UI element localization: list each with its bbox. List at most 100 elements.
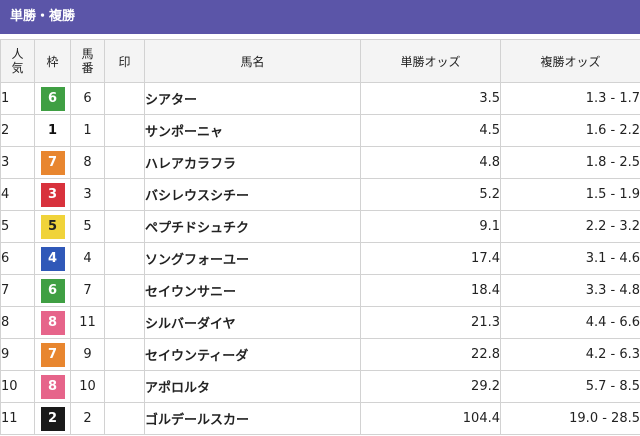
frame-number-cell: 5 — [34, 210, 71, 243]
table-row: 3 7 8 ハレアカラフラ 4.8 1.8 - 2.5 — [0, 146, 640, 179]
horse-name-link[interactable]: セイウンティーダ — [144, 338, 361, 371]
horse-name-link[interactable]: シルバーダイヤ — [144, 306, 361, 339]
frame-number-badge: 6 — [40, 86, 65, 111]
frame-number-cell: 7 — [34, 338, 71, 371]
place-odds: 5.7 - 8.5 — [500, 370, 640, 403]
popularity-rank: 8 — [0, 306, 35, 339]
table-row: 7 6 7 セイウンサニー 18.4 3.3 - 4.8 — [0, 274, 640, 307]
col-header-waku[interactable]: 枠 — [34, 39, 71, 83]
popularity-rank: 10 — [0, 370, 35, 403]
horse-number: 9 — [70, 338, 105, 371]
popularity-rank: 4 — [0, 178, 35, 211]
horse-number: 1 — [70, 114, 105, 147]
frame-number-badge: 8 — [40, 310, 65, 335]
table-row: 8 8 11 シルバーダイヤ 21.3 4.4 - 6.6 — [0, 306, 640, 339]
col-header-win-odds[interactable]: 単勝オッズ — [360, 39, 501, 83]
col-header-rank[interactable]: 人 気 — [0, 39, 35, 83]
frame-number-badge: 8 — [40, 374, 65, 399]
frame-number-badge: 2 — [40, 406, 65, 431]
prediction-mark[interactable] — [104, 306, 145, 339]
frame-number-cell: 1 — [34, 114, 71, 147]
frame-number-cell: 7 — [34, 146, 71, 179]
place-odds: 4.4 - 6.6 — [500, 306, 640, 339]
place-odds: 4.2 - 6.3 — [500, 338, 640, 371]
prediction-mark[interactable] — [104, 402, 145, 435]
win-odds: 18.4 — [360, 274, 501, 307]
frame-number-badge: 3 — [40, 182, 65, 207]
horse-name-link[interactable]: ハレアカラフラ — [144, 146, 361, 179]
frame-number-badge: 7 — [40, 150, 65, 175]
prediction-mark[interactable] — [104, 210, 145, 243]
horse-name-link[interactable]: ゴルデールスカー — [144, 402, 361, 435]
prediction-mark[interactable] — [104, 338, 145, 371]
horse-number: 4 — [70, 242, 105, 275]
prediction-mark[interactable] — [104, 114, 145, 147]
col-header-place-odds[interactable]: 複勝オッズ — [500, 39, 640, 83]
win-odds: 9.1 — [360, 210, 501, 243]
table-row: 9 7 9 セイウンティーダ 22.8 4.2 - 6.3 — [0, 338, 640, 371]
popularity-rank: 3 — [0, 146, 35, 179]
col-header-number[interactable]: 馬 番 — [70, 39, 105, 83]
prediction-mark[interactable] — [104, 146, 145, 179]
horse-number: 2 — [70, 402, 105, 435]
prediction-mark[interactable] — [104, 370, 145, 403]
popularity-rank: 7 — [0, 274, 35, 307]
horse-name-link[interactable]: バシレウスシチー — [144, 178, 361, 211]
win-odds: 4.8 — [360, 146, 501, 179]
frame-number-cell: 8 — [34, 306, 71, 339]
frame-number-badge: 1 — [40, 118, 65, 143]
frame-number-cell: 8 — [34, 370, 71, 403]
popularity-rank: 6 — [0, 242, 35, 275]
frame-number-cell: 6 — [34, 274, 71, 307]
frame-number-badge: 4 — [40, 246, 65, 271]
horse-name-link[interactable]: セイウンサニー — [144, 274, 361, 307]
horse-name-link[interactable]: シアター — [144, 82, 361, 115]
popularity-rank: 1 — [0, 82, 35, 115]
place-odds: 1.8 - 2.5 — [500, 146, 640, 179]
horse-number: 5 — [70, 210, 105, 243]
prediction-mark[interactable] — [104, 274, 145, 307]
horse-number: 3 — [70, 178, 105, 211]
col-header-mark[interactable]: 印 — [104, 39, 145, 83]
col-header-name[interactable]: 馬名 — [144, 39, 361, 83]
horse-name-link[interactable]: サンポーニャ — [144, 114, 361, 147]
horse-number: 10 — [70, 370, 105, 403]
frame-number-badge: 7 — [40, 342, 65, 367]
frame-number-cell: 3 — [34, 178, 71, 211]
prediction-mark[interactable] — [104, 178, 145, 211]
place-odds: 2.2 - 3.2 — [500, 210, 640, 243]
win-odds: 4.5 — [360, 114, 501, 147]
table-row: 11 2 2 ゴルデールスカー 104.4 19.0 - 28.5 — [0, 402, 640, 435]
horse-name-link[interactable]: ソングフォーユー — [144, 242, 361, 275]
popularity-rank: 5 — [0, 210, 35, 243]
win-odds: 3.5 — [360, 82, 501, 115]
horse-number: 8 — [70, 146, 105, 179]
section-title: 単勝・複勝 — [10, 9, 76, 24]
table-row: 1 6 6 シアター 3.5 1.3 - 1.7 — [0, 82, 640, 115]
win-odds: 104.4 — [360, 402, 501, 435]
table-row: 2 1 1 サンポーニャ 4.5 1.6 - 2.2 — [0, 114, 640, 147]
horse-number: 6 — [70, 82, 105, 115]
odds-table: 人 気 枠 馬 番 印 馬名 単勝オッズ 複勝オッズ 1 6 6 シアター 3.5 1.3… — [0, 39, 640, 435]
frame-number-cell: 2 — [34, 402, 71, 435]
frame-number-cell: 4 — [34, 242, 71, 275]
win-odds: 21.3 — [360, 306, 501, 339]
win-odds: 17.4 — [360, 242, 501, 275]
win-odds: 5.2 — [360, 178, 501, 211]
win-odds: 29.2 — [360, 370, 501, 403]
table-row: 5 5 5 ペプチドシュチク 9.1 2.2 - 3.2 — [0, 210, 640, 243]
place-odds: 1.3 - 1.7 — [500, 82, 640, 115]
table-row: 10 8 10 アポロルタ 29.2 5.7 - 8.5 — [0, 370, 640, 403]
place-odds: 1.6 - 2.2 — [500, 114, 640, 147]
prediction-mark[interactable] — [104, 82, 145, 115]
horse-number: 11 — [70, 306, 105, 339]
popularity-rank: 2 — [0, 114, 35, 147]
table-header-row: 人 気 枠 馬 番 印 馬名 単勝オッズ 複勝オッズ — [0, 39, 640, 83]
frame-number-badge: 5 — [40, 214, 65, 239]
horse-name-link[interactable]: ペプチドシュチク — [144, 210, 361, 243]
frame-number-cell: 6 — [34, 82, 71, 115]
place-odds: 19.0 - 28.5 — [500, 402, 640, 435]
prediction-mark[interactable] — [104, 242, 145, 275]
place-odds: 1.5 - 1.9 — [500, 178, 640, 211]
horse-name-link[interactable]: アポロルタ — [144, 370, 361, 403]
